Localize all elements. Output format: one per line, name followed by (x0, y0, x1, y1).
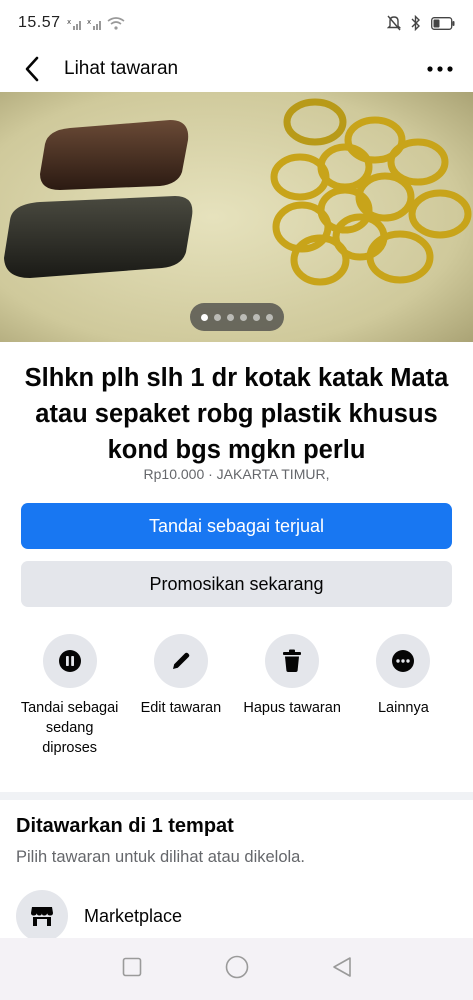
back-button[interactable] (18, 55, 46, 83)
recents-square-icon (122, 957, 141, 976)
more-actions-button[interactable] (376, 634, 431, 688)
wifi-icon (107, 16, 125, 30)
more-options-button[interactable] (425, 55, 455, 83)
back-triangle-icon (332, 956, 351, 977)
system-navigation-bar (0, 938, 473, 1000)
listing-photo-carousel[interactable] (0, 92, 473, 342)
top-app-bar: Lihat tawaran (0, 46, 473, 92)
edit-listing-action[interactable]: Edit tawaran (131, 634, 231, 758)
carousel-dot-active (201, 313, 208, 321)
mark-pending-label: Tandai sebagai sedang diproses (20, 700, 119, 756)
pause-icon (58, 650, 81, 672)
svg-text:x: x (67, 18, 71, 26)
listing-title: Slhkn plh slh 1 dr kotak katak Mata atau… (24, 364, 449, 464)
edit-listing-button[interactable] (153, 634, 208, 688)
status-right-group (387, 15, 455, 31)
more-horizontal-icon (427, 66, 453, 72)
mute-icon (387, 15, 401, 31)
marketplace-icon-circle (16, 890, 68, 942)
delete-listing-action[interactable]: Hapus tawaran (242, 634, 342, 758)
recents-button[interactable] (122, 957, 142, 982)
carousel-dot (227, 313, 234, 321)
signal-x-icon: x (87, 18, 101, 30)
offered-section-subtitle: Pilih tawaran untuk dilihat atau dikelol… (16, 848, 305, 866)
delete-listing-button[interactable] (265, 634, 320, 688)
carousel-dot (214, 313, 221, 321)
place-label: Marketplace (84, 905, 183, 926)
promote-now-button[interactable]: Promosikan sekarang (21, 561, 452, 607)
svg-text:x: x (87, 18, 91, 26)
pencil-icon (172, 652, 190, 669)
more-actions-label: Lainnya (377, 700, 429, 716)
carousel-indicator (190, 303, 284, 331)
listing-price-location: Rp10.000 · JAKARTA TIMUR, (143, 466, 330, 482)
chevron-left-icon (25, 56, 39, 82)
system-back-button[interactable] (332, 956, 352, 983)
carousel-dot (240, 313, 247, 321)
bluetooth-icon (411, 15, 420, 31)
mark-as-sold-button[interactable]: Tandai sebagai terjual (21, 503, 452, 549)
more-icon (392, 650, 415, 672)
signal-x-icon: x (67, 18, 81, 30)
status-bar: 15.57 x x (0, 0, 473, 46)
listing-actions: Tandai sebagai sedang diproses Edit tawa… (0, 634, 473, 758)
status-signal-group: x x (67, 16, 125, 30)
page-title: Lihat tawaran (64, 58, 179, 79)
delete-listing-label: Hapus tawaran (243, 700, 341, 716)
home-button[interactable] (225, 955, 249, 984)
carousel-dot (253, 313, 260, 321)
more-actions-action[interactable]: Lainnya (353, 634, 453, 758)
mark-pending-action[interactable]: Tandai sebagai sedang diproses (20, 634, 120, 758)
offered-section-title: Ditawarkan di 1 tempat (16, 815, 234, 837)
marketplace-shop-icon (31, 907, 53, 926)
mark-pending-button[interactable] (42, 634, 97, 688)
status-time: 15.57 (18, 14, 61, 31)
carousel-dot (266, 313, 273, 321)
place-item-marketplace[interactable]: Marketplace (16, 890, 182, 942)
section-divider (0, 792, 473, 800)
trash-icon (283, 649, 302, 672)
edit-listing-label: Edit tawaran (140, 700, 222, 716)
battery-icon (431, 16, 455, 30)
home-circle-icon (225, 955, 248, 978)
